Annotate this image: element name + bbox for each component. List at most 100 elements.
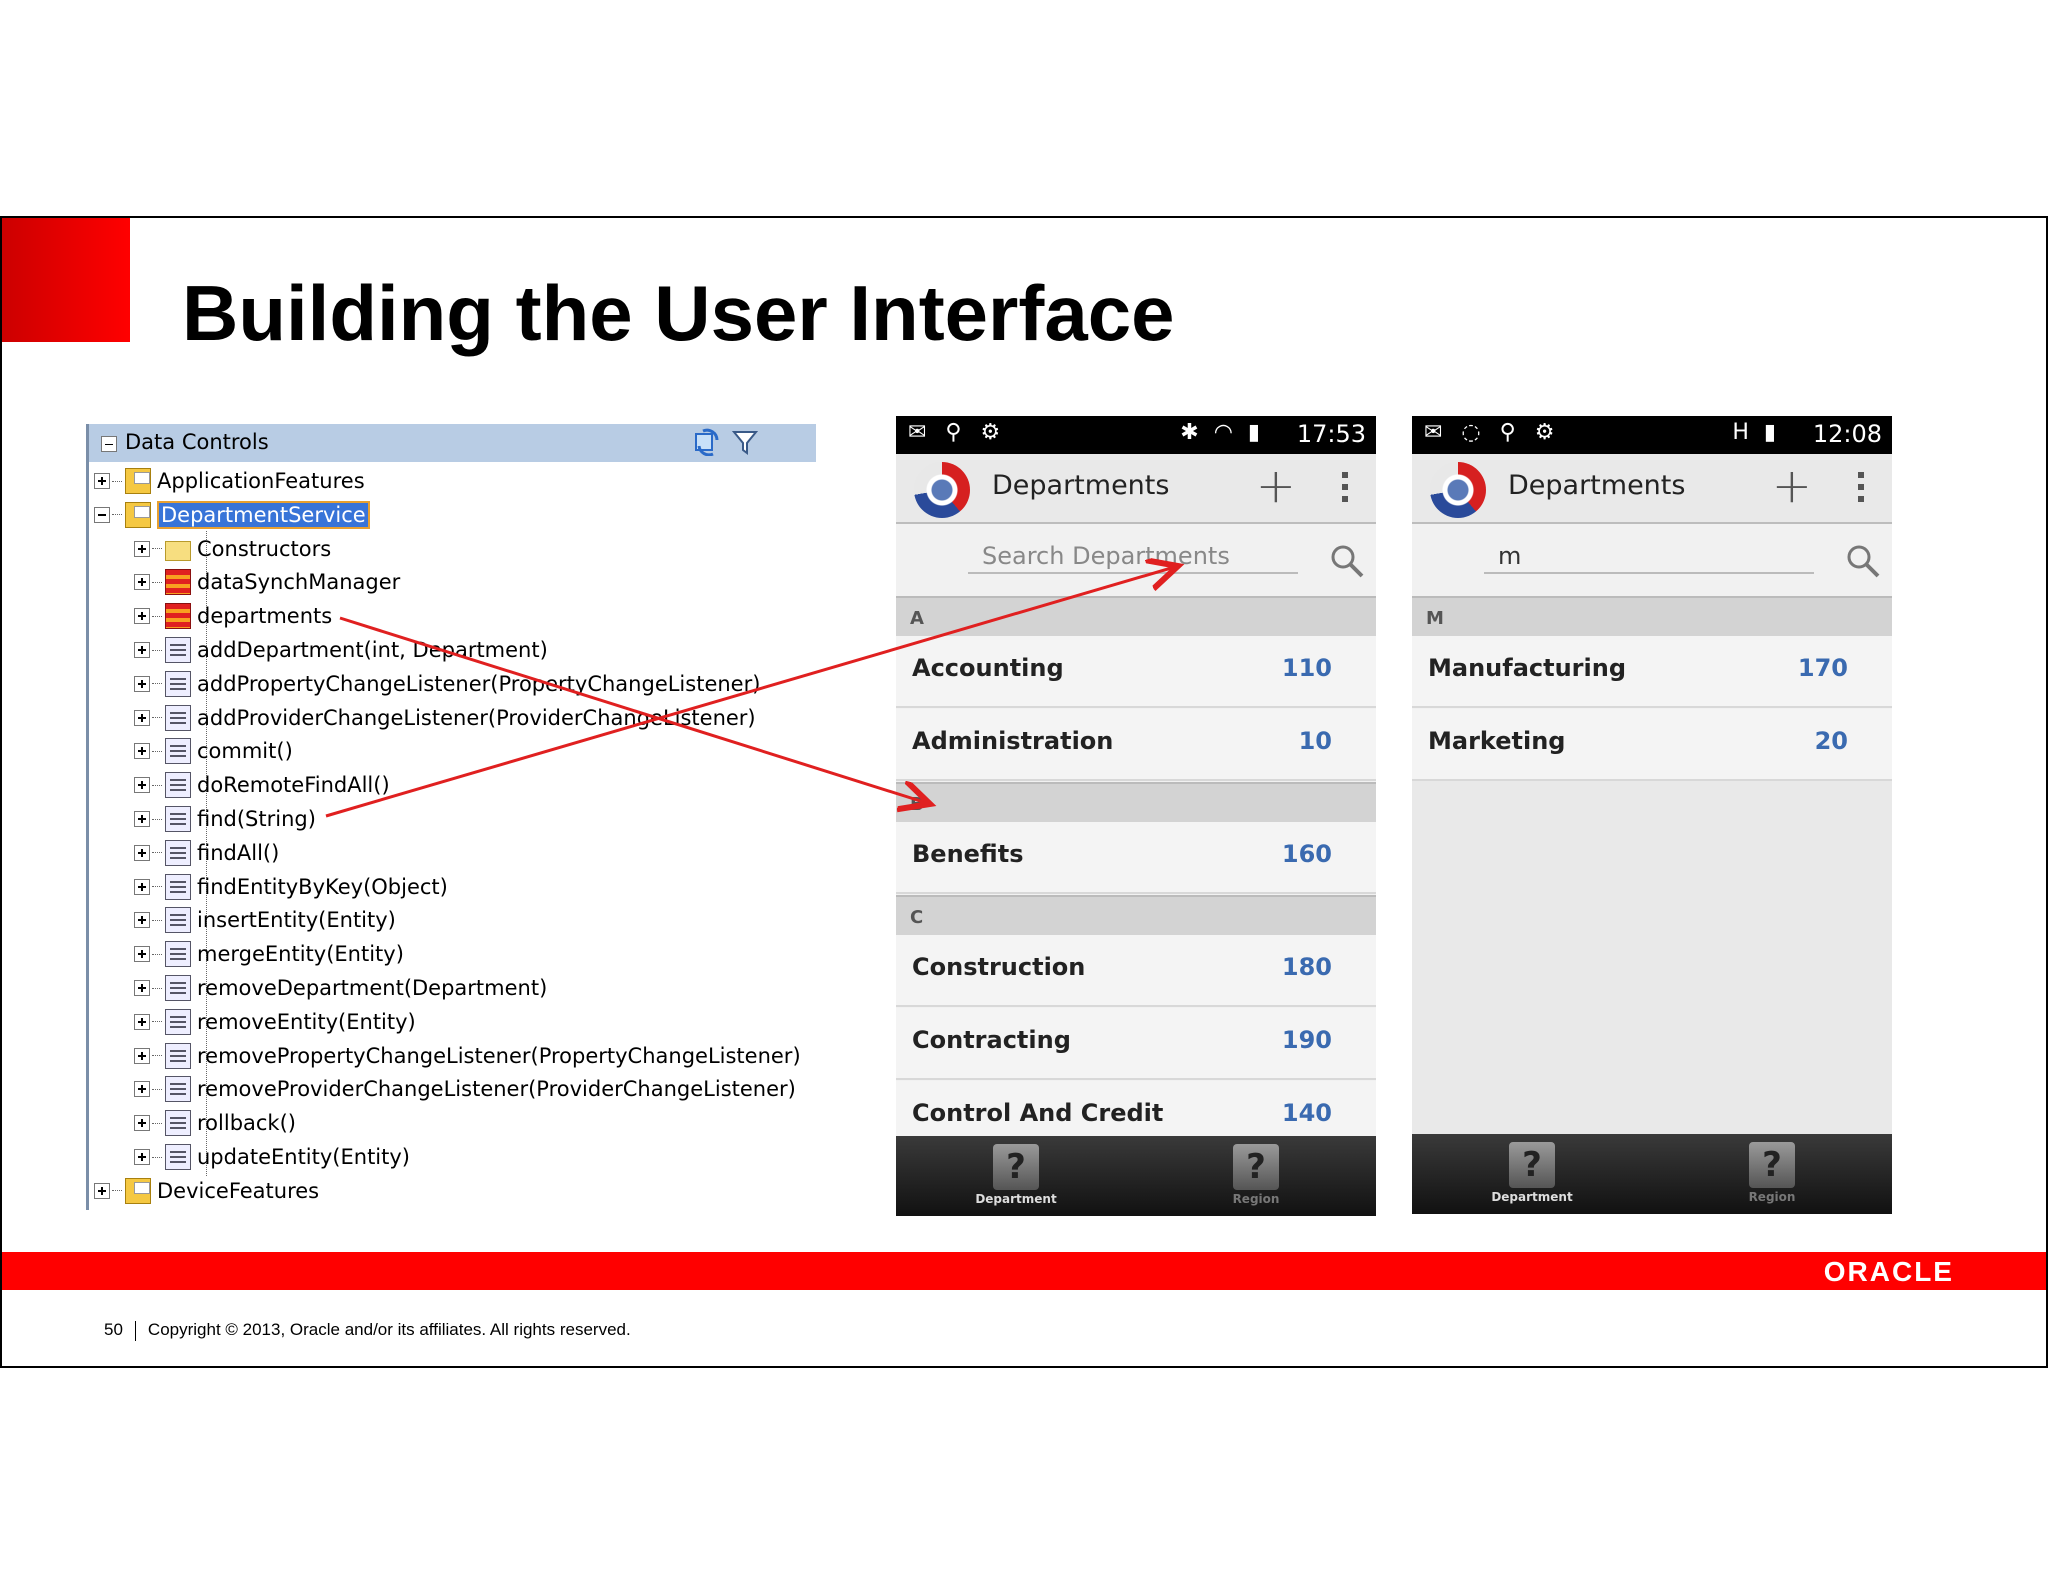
- expand-icon[interactable]: [134, 642, 150, 658]
- tree-node[interactable]: removeDepartment(Department): [134, 973, 547, 1003]
- tree-node[interactable]: insertEntity(Entity): [134, 905, 396, 935]
- search-input[interactable]: [1484, 540, 1814, 574]
- package-icon: [125, 1177, 151, 1204]
- tree-node[interactable]: dataSynchManager: [134, 567, 400, 597]
- tab-region[interactable]: ? Region: [1652, 1134, 1892, 1214]
- search-icon[interactable]: [1844, 542, 1882, 580]
- overflow-menu-icon[interactable]: [1858, 472, 1864, 504]
- tree-connector: [152, 784, 162, 786]
- add-icon[interactable]: +: [1772, 462, 1812, 510]
- tab-department[interactable]: ? Department: [896, 1136, 1136, 1216]
- tree-node[interactable]: Constructors: [134, 534, 331, 564]
- expand-icon[interactable]: [134, 980, 150, 996]
- expand-icon[interactable]: [134, 844, 150, 861]
- tree-node[interactable]: rollback(): [134, 1108, 296, 1138]
- empty-area: [1412, 776, 1892, 1136]
- tree-node-label: removePropertyChangeListener(PropertyCha…: [197, 1043, 801, 1068]
- list-item[interactable]: Benefits 160: [896, 822, 1376, 894]
- expand-icon[interactable]: [134, 540, 150, 557]
- unknown-icon: ?: [1233, 1144, 1279, 1190]
- list-item[interactable]: Contracting 190: [896, 1008, 1376, 1080]
- collapse-icon[interactable]: [101, 436, 117, 452]
- tree-connector: [152, 615, 162, 617]
- expand-icon[interactable]: [134, 912, 150, 929]
- folder-icon: [165, 540, 191, 561]
- tree-node[interactable]: updateEntity(Entity): [134, 1142, 410, 1172]
- status-bar: ✉ ⚲ ⚙ ✱ ◠ ▮ 17:53: [896, 416, 1376, 454]
- department-name: Control And Credit: [912, 1099, 1164, 1127]
- expand-icon[interactable]: [134, 1115, 150, 1132]
- expand-icon[interactable]: [134, 777, 150, 794]
- search-row: [1412, 524, 1892, 596]
- add-icon[interactable]: +: [1256, 462, 1296, 510]
- tree-node[interactable]: addDepartment(int, Department): [134, 635, 548, 665]
- tree-node-label: ApplicationFeatures: [157, 469, 365, 493]
- tree-connector: [152, 548, 162, 550]
- panel-border: [86, 462, 89, 1210]
- tree-node[interactable]: removePropertyChangeListener(PropertyCha…: [134, 1041, 801, 1071]
- tree-node[interactable]: addPropertyChangeListener(PropertyChange…: [134, 669, 760, 699]
- section-header: B: [896, 782, 1376, 822]
- tree-node[interactable]: find(String): [134, 804, 316, 834]
- tab-department[interactable]: ? Department: [1412, 1134, 1652, 1214]
- search-icon[interactable]: [1328, 542, 1366, 580]
- filter-icon[interactable]: [731, 428, 759, 456]
- tree-node[interactable]: doRemoteFindAll(): [134, 770, 390, 800]
- app-logo-icon[interactable]: [914, 462, 970, 518]
- list-item[interactable]: Marketing 20: [1412, 709, 1892, 781]
- expand-icon[interactable]: [134, 608, 150, 625]
- department-id: 170: [1797, 654, 1848, 682]
- expand-icon[interactable]: [134, 1081, 150, 1098]
- tree-node[interactable]: removeEntity(Entity): [134, 1007, 416, 1037]
- list-item[interactable]: Manufacturing 170: [1412, 636, 1892, 708]
- status-time: 12:08: [1812, 420, 1882, 448]
- list-item[interactable]: Administration 10: [896, 709, 1376, 781]
- expand-icon[interactable]: [94, 1182, 110, 1199]
- expand-icon[interactable]: [94, 473, 110, 489]
- expand-icon[interactable]: [134, 675, 150, 692]
- footer-bar: [2, 1252, 2046, 1290]
- tree-node[interactable]: findEntityByKey(Object): [134, 872, 448, 902]
- tab-label: Department: [1491, 1190, 1573, 1204]
- overflow-menu-icon[interactable]: [1342, 472, 1348, 504]
- method-icon: [165, 670, 191, 697]
- method-icon: [165, 704, 191, 731]
- tree-node[interactable]: DeviceFeatures: [94, 1176, 319, 1206]
- expand-icon[interactable]: [134, 1149, 150, 1165]
- collapse-icon[interactable]: [94, 506, 110, 523]
- tree-node[interactable]: findAll(): [134, 838, 279, 868]
- tree-connector: [112, 1190, 122, 1192]
- tree-node[interactable]: addProviderChangeListener(ProviderChange…: [134, 703, 756, 733]
- expand-icon[interactable]: [134, 1013, 150, 1030]
- footer: 50 Copyright © 2013, Oracle and/or its af…: [104, 1320, 631, 1341]
- tree-node-label: mergeEntity(Entity): [197, 942, 404, 967]
- app-logo-icon[interactable]: [1430, 462, 1486, 518]
- data-controls-header[interactable]: Data Controls: [86, 424, 816, 462]
- tree-node[interactable]: mergeEntity(Entity): [134, 939, 404, 969]
- department-name: Administration: [912, 727, 1114, 755]
- action-bar-title: Departments: [992, 470, 1170, 501]
- method-icon: [165, 1042, 191, 1069]
- method-icon: [165, 839, 191, 866]
- refresh-icon[interactable]: [693, 428, 721, 456]
- tree-node[interactable]: removeProviderChangeListener(ProviderCha…: [134, 1074, 796, 1104]
- expand-icon[interactable]: [134, 1047, 150, 1064]
- tab-label: Department: [975, 1192, 1057, 1206]
- expand-icon[interactable]: [134, 878, 150, 895]
- expand-icon[interactable]: [134, 946, 150, 963]
- tab-region[interactable]: ? Region: [1136, 1136, 1376, 1216]
- tree-node[interactable]: ApplicationFeatures: [94, 466, 365, 496]
- tree-node[interactable]: DepartmentService: [94, 499, 371, 530]
- tree-connector: [152, 852, 162, 854]
- list-item[interactable]: Construction 180: [896, 935, 1376, 1007]
- unknown-icon: ?: [993, 1144, 1039, 1190]
- expand-icon[interactable]: [134, 709, 150, 726]
- expand-icon[interactable]: [134, 811, 150, 827]
- tree-node-label: rollback(): [197, 1111, 296, 1136]
- expand-icon[interactable]: [134, 743, 150, 760]
- tree-node[interactable]: departments: [134, 601, 332, 631]
- search-input[interactable]: [968, 540, 1298, 574]
- expand-icon[interactable]: [134, 574, 150, 591]
- list-item[interactable]: Accounting 110: [896, 636, 1376, 708]
- tree-node[interactable]: commit(): [134, 736, 293, 766]
